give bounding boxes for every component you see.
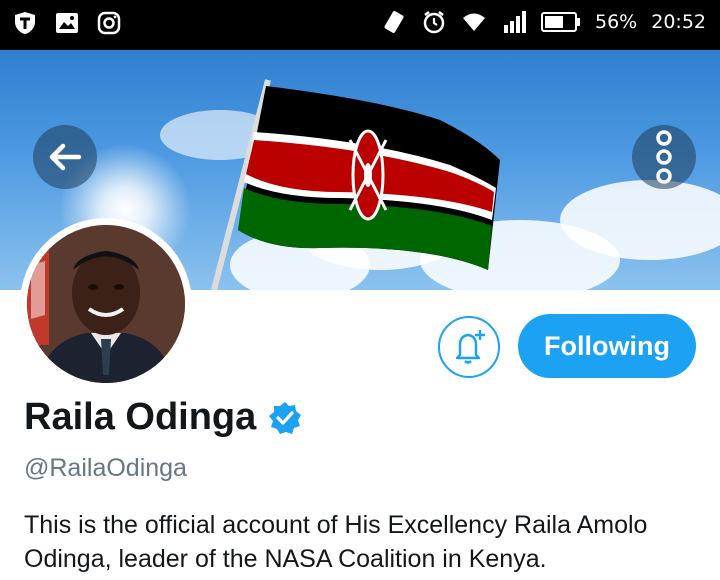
more-vertical-icon (656, 130, 672, 184)
vibrate-icon (384, 11, 404, 33)
more-options-button[interactable] (632, 125, 696, 189)
profile-handle: @RailaOdinga (24, 454, 187, 482)
battery-icon (541, 12, 580, 32)
gallery-icon (56, 13, 78, 33)
verified-badge-icon (269, 401, 302, 434)
notifications-button[interactable] (438, 316, 500, 378)
following-button[interactable]: Following (518, 314, 696, 378)
bell-plus-icon (455, 330, 485, 364)
avatar-photo (27, 225, 185, 383)
clock: 20:52 (651, 11, 706, 33)
kenya-flag-image (211, 79, 500, 290)
vpn-shield-icon (15, 12, 35, 34)
arrow-left-icon (49, 143, 82, 171)
profile-name-row: Raila Odinga (24, 396, 302, 439)
profile-name: Raila Odinga (24, 396, 257, 438)
wifi-icon (463, 13, 485, 31)
back-button[interactable] (33, 125, 97, 189)
instagram-icon (97, 11, 121, 35)
alarm-icon (423, 11, 445, 34)
profile-bio: This is the official account of His Exce… (24, 511, 648, 573)
profile-avatar[interactable] (20, 218, 192, 390)
status-bar: 56% 20:52 (0, 0, 720, 50)
signal-icon (504, 11, 526, 33)
battery-percent: 56% (595, 11, 638, 33)
